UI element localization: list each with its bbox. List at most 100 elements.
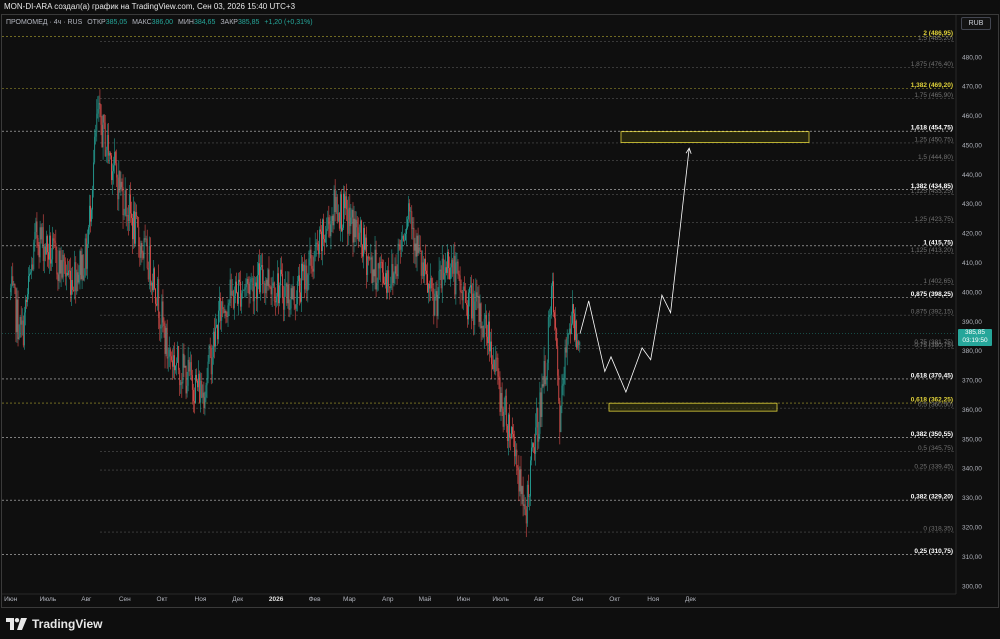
- candle-body: [368, 256, 370, 259]
- candle-body: [160, 327, 162, 329]
- candle-body: [57, 274, 59, 281]
- candle-body: [91, 209, 92, 222]
- candle-body: [348, 207, 350, 234]
- candle-body: [454, 255, 456, 295]
- candle-body: [384, 283, 385, 285]
- candle-body: [255, 282, 257, 299]
- candle-body: [537, 407, 539, 442]
- candle-body: [344, 193, 345, 209]
- candle-body: [326, 228, 328, 235]
- candle-body: [227, 305, 229, 317]
- candle-body: [324, 238, 326, 243]
- candle-body: [309, 249, 311, 259]
- candle-body: [343, 193, 344, 228]
- candle-body: [98, 102, 100, 110]
- time-tick-label: Дек: [232, 596, 243, 603]
- legend-symbol[interactable]: ПРОМОМЕД · 4ч · RUS: [6, 19, 82, 26]
- candle-body: [418, 247, 420, 253]
- candle-body: [76, 272, 78, 292]
- candle-body: [79, 251, 81, 275]
- candle-body: [207, 361, 209, 379]
- candle-body: [118, 170, 120, 200]
- candle-body: [329, 224, 331, 237]
- candle-body: [505, 395, 507, 426]
- candle-body: [365, 237, 366, 250]
- candle-body: [62, 254, 64, 278]
- candle-body: [171, 360, 173, 367]
- candle-body: [71, 279, 72, 295]
- legend-close-value: 385,85: [237, 19, 260, 26]
- candle-body: [376, 282, 378, 290]
- candle-body: [167, 357, 169, 359]
- candle-body: [17, 299, 19, 340]
- candle-body: [248, 284, 250, 295]
- candle-body: [567, 333, 569, 339]
- candle-body: [185, 365, 187, 394]
- candle-body: [275, 296, 277, 303]
- candle-body: [222, 301, 224, 310]
- candle-body: [342, 227, 343, 232]
- time-tick-label: Авг: [534, 596, 545, 603]
- candle-body: [122, 187, 124, 216]
- candle-body: [228, 303, 230, 306]
- candle-body: [165, 327, 167, 354]
- chart-canvas[interactable]: 2 (486,95)1,5 (485,20)1,875 (476,40)1,38…: [0, 0, 1000, 610]
- candle-body: [463, 286, 465, 291]
- candle-body: [297, 275, 299, 282]
- candle-body: [302, 263, 303, 272]
- fib-level-label: 0,25 (310,75): [914, 548, 953, 555]
- candle-body: [273, 282, 275, 302]
- candle-body: [289, 308, 291, 310]
- candle-body: [448, 251, 449, 269]
- time-tick-label: 2026: [269, 596, 284, 603]
- candle-body: [485, 315, 487, 337]
- candle-body: [443, 273, 445, 280]
- price-tick-label: 470,00: [962, 84, 982, 91]
- candle-body: [429, 283, 431, 289]
- candle-body: [488, 321, 489, 344]
- candle-body: [493, 359, 495, 370]
- candle-body: [462, 286, 464, 301]
- candle-body: [486, 336, 488, 344]
- candle-body: [260, 266, 261, 293]
- candle-body: [405, 233, 406, 241]
- fib-level-label: 1,75 (465,90): [914, 92, 953, 99]
- candle-body: [194, 401, 195, 403]
- candle-body: [195, 374, 196, 403]
- candle-body: [125, 190, 127, 217]
- candle-body: [480, 303, 482, 329]
- candle-body: [145, 238, 147, 240]
- price-tick-label: 410,00: [962, 260, 982, 267]
- candle-body: [407, 219, 408, 229]
- candle-body: [436, 291, 438, 317]
- candle-body: [565, 347, 567, 353]
- candle-body: [274, 301, 276, 303]
- candle-body: [69, 270, 70, 272]
- candle-body: [90, 205, 91, 222]
- candle-body: [84, 238, 86, 276]
- candle-body: [393, 273, 395, 284]
- candle-body: [345, 196, 347, 209]
- candle-body: [28, 275, 29, 295]
- candle-body: [516, 449, 518, 468]
- candle-body: [281, 269, 282, 275]
- candle-body: [331, 215, 333, 222]
- candle-body: [117, 177, 119, 200]
- candle-body: [81, 254, 83, 280]
- tradingview-logo[interactable]: TradingView: [6, 616, 102, 632]
- candle-body: [338, 212, 340, 229]
- candle-body: [540, 392, 542, 417]
- candle-body: [146, 238, 148, 269]
- candle-body: [494, 359, 496, 372]
- candle-body: [358, 232, 360, 242]
- currency-button[interactable]: RUB: [961, 17, 991, 30]
- time-tick-label: Окт: [609, 596, 620, 603]
- candle-body: [471, 285, 473, 319]
- candle-body: [512, 427, 513, 434]
- fib-level-label: 0,618 (370,45): [911, 372, 953, 379]
- candle-body: [154, 268, 155, 289]
- candle-body: [64, 261, 66, 277]
- candle-body: [188, 359, 190, 372]
- candle-body: [509, 414, 510, 438]
- candle-body: [30, 272, 32, 274]
